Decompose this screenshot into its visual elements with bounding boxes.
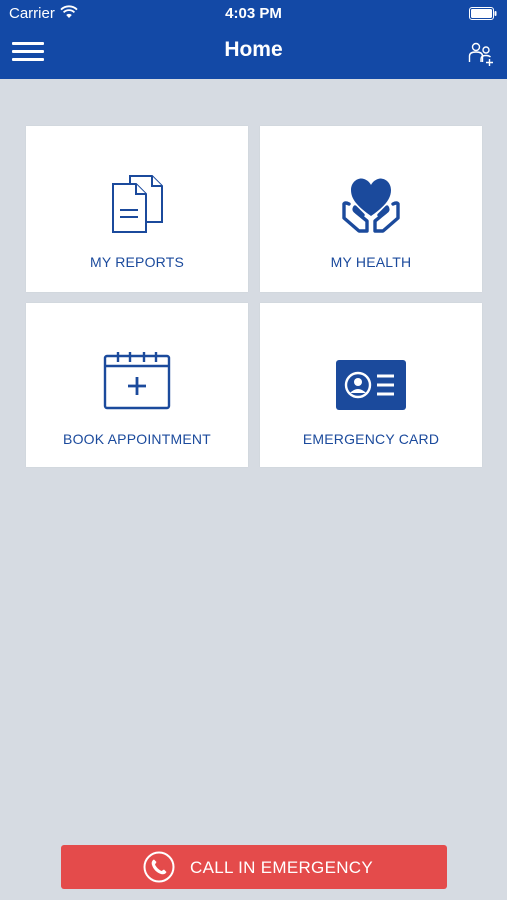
my-health-label: MY HEALTH (330, 254, 412, 270)
page-title: Home (224, 38, 283, 61)
emergency-card-tile[interactable]: EMERGENCY CARD (260, 303, 482, 467)
family-members-icon[interactable] (467, 40, 495, 68)
my-reports-label: MY REPORTS (89, 254, 185, 270)
heart-in-hands-icon (342, 178, 400, 233)
battery-icon (469, 7, 497, 20)
my-health-tile[interactable]: MY HEALTH (260, 126, 482, 292)
call-in-emergency-button[interactable]: CALL IN EMERGENCY (61, 845, 447, 889)
phone-icon (143, 851, 175, 883)
emergency-card-label: EMERGENCY CARD (302, 431, 440, 447)
status-time: 4:03 PM (225, 5, 282, 22)
home-screen: Carrier 4:03 PM Home MY REPORTS MY HEALT… (0, 0, 507, 900)
id-card-icon (336, 360, 406, 410)
book-appointment-tile[interactable]: BOOK APPOINTMENT (26, 303, 248, 467)
calendar-add-icon (103, 352, 171, 410)
call-in-emergency-label: CALL IN EMERGENCY (190, 858, 374, 877)
my-reports-tile[interactable]: MY REPORTS (26, 126, 248, 292)
top-bar: Carrier 4:03 PM Home (0, 0, 507, 79)
nav-bar: Home (0, 28, 507, 79)
book-appointment-label: BOOK APPOINTMENT (63, 431, 211, 447)
documents-icon (112, 175, 163, 233)
status-bar: Carrier 4:03 PM (0, 0, 507, 28)
